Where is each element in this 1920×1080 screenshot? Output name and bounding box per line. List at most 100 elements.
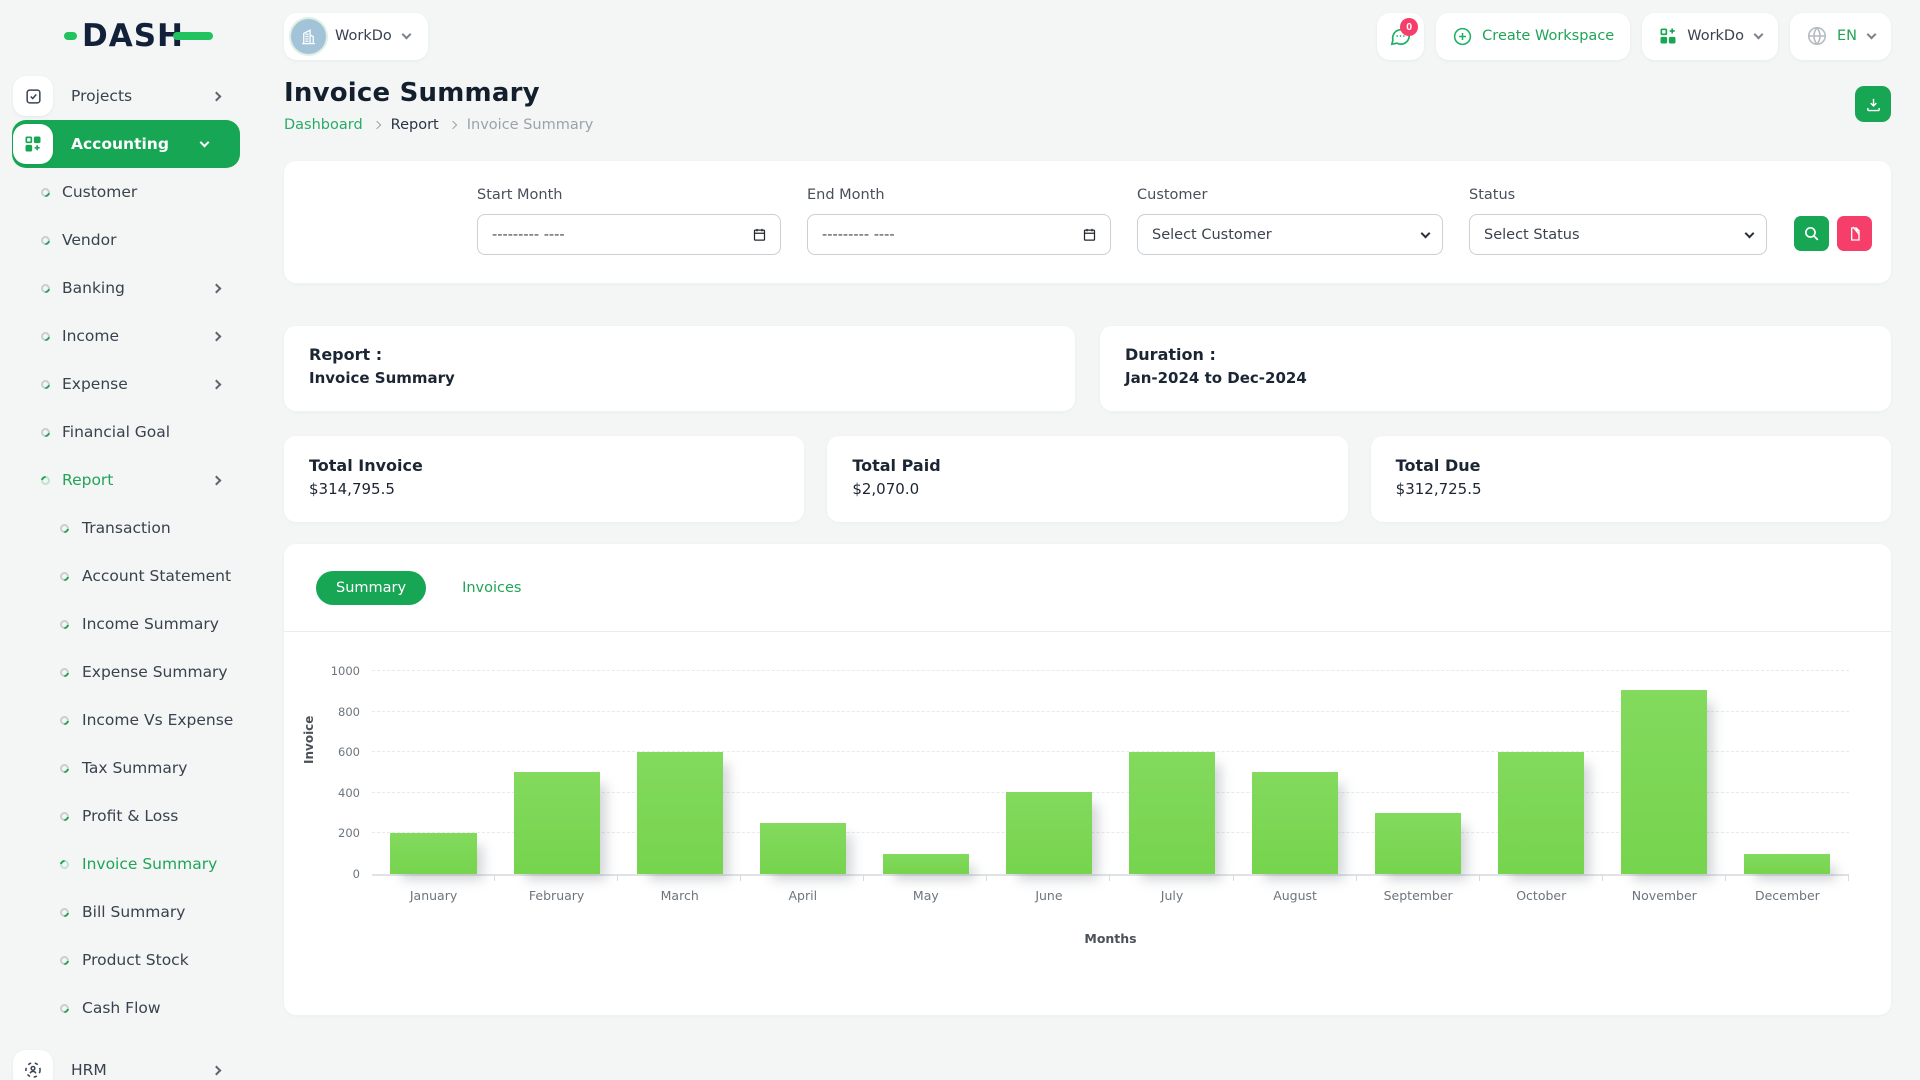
create-workspace-label: Create Workspace <box>1482 28 1614 44</box>
sidebar-item-report[interactable]: Report <box>0 456 252 504</box>
bars-container: JanuaryFebruaryMarchAprilMayJuneJulyAugu… <box>372 672 1849 874</box>
grid-plus-icon <box>1658 26 1678 46</box>
sidebar-item-label: Banking <box>62 279 125 297</box>
stat-label: Total Due <box>1396 456 1866 475</box>
bullet-dot-icon <box>58 810 71 823</box>
y-axis-tick-label: 200 <box>338 826 360 840</box>
sidebar-item-label: Financial Goal <box>62 423 170 441</box>
bullet-dot-icon <box>58 906 71 919</box>
chevron-down-icon <box>1421 229 1431 239</box>
bar-group-june: June <box>987 672 1110 874</box>
sidebar-item-projects[interactable]: Projects <box>0 72 252 120</box>
report-label: Report : <box>309 345 1050 364</box>
y-axis-tick-label: 800 <box>338 705 360 719</box>
workspace-switcher[interactable]: WorkDo <box>284 13 428 60</box>
end-month-input[interactable]: --------- ---- <box>807 214 1111 255</box>
create-workspace-button[interactable]: Create Workspace <box>1436 13 1630 60</box>
sidebar-item-tax-summary[interactable]: Tax Summary <box>0 744 252 792</box>
sidebar-item-label: HRM <box>71 1061 107 1079</box>
report-value: Invoice Summary <box>309 369 1050 387</box>
calendar-icon <box>752 227 767 242</box>
sidebar-item-account-statement[interactable]: Account Statement <box>0 552 252 600</box>
sidebar-item-label: Report <box>62 471 113 489</box>
bar-december <box>1744 854 1830 874</box>
bar-may <box>883 854 969 874</box>
bar-february <box>514 772 600 874</box>
sidebar-item-bill-summary[interactable]: Bill Summary <box>0 888 252 936</box>
sidebar-item-label: Invoice Summary <box>82 855 217 873</box>
language-code: EN <box>1837 28 1857 44</box>
bullet-dot-icon <box>58 618 71 631</box>
workdo-menu-button[interactable]: WorkDo <box>1642 13 1778 60</box>
breadcrumb-separator-icon <box>372 121 380 129</box>
sidebar-item-income[interactable]: Income <box>0 312 252 360</box>
sidebar-item-vendor[interactable]: Vendor <box>0 216 252 264</box>
sidebar-item-expense-summary[interactable]: Expense Summary <box>0 648 252 696</box>
app-logo[interactable]: DASH <box>0 0 252 72</box>
sidebar-item-cash-flow[interactable]: Cash Flow <box>0 984 252 1032</box>
bullet-dot-icon <box>39 474 52 487</box>
chart-plot-area: 02004006008001000JanuaryFebruaryMarchApr… <box>372 672 1849 876</box>
bullet-dot-icon <box>58 570 71 583</box>
stat-label: Total Invoice <box>309 456 779 475</box>
stat-value: $312,725.5 <box>1396 480 1866 498</box>
total-due-card: Total Due $312,725.5 <box>1371 436 1891 522</box>
sidebar-item-label: Bill Summary <box>82 903 185 921</box>
sidebar-item-label: Product Stock <box>82 951 189 969</box>
sidebar-item-product-stock[interactable]: Product Stock <box>0 936 252 984</box>
sidebar-item-label: Income Summary <box>82 615 219 633</box>
workspace-avatar-building-icon <box>291 19 326 54</box>
status-label: Status <box>1469 187 1767 203</box>
globe-icon <box>1806 25 1828 47</box>
bar-group-november: November <box>1603 672 1726 874</box>
bullet-dot-icon <box>39 426 52 439</box>
logo-accent-left <box>64 32 77 40</box>
sidebar-item-accounting[interactable]: Accounting <box>12 120 240 168</box>
sidebar-item-label: Customer <box>62 183 137 201</box>
bar-group-october: October <box>1480 672 1603 874</box>
tab-invoices[interactable]: Invoices <box>442 571 541 605</box>
bar-group-april: April <box>741 672 864 874</box>
page-title: Invoice Summary <box>284 78 593 108</box>
breadcrumb-item: Invoice Summary <box>467 117 594 133</box>
sidebar-item-banking[interactable]: Banking <box>0 264 252 312</box>
language-selector[interactable]: EN <box>1790 13 1891 60</box>
bullet-dot-icon <box>58 666 71 679</box>
sidebar-item-invoice-summary[interactable]: Invoice Summary <box>0 840 252 888</box>
y-axis-tick-label: 1000 <box>331 664 360 678</box>
breadcrumb-item[interactable]: Dashboard <box>284 117 363 133</box>
start-month-input[interactable]: --------- ---- <box>477 214 781 255</box>
sidebar-item-hrm[interactable]: HRM <box>0 1046 252 1080</box>
logo-text: DASH <box>82 18 184 54</box>
y-axis-title: Invoice <box>302 716 316 764</box>
sidebar-item-financial-goal[interactable]: Financial Goal <box>0 408 252 456</box>
chevron-right-icon <box>212 1065 222 1075</box>
messages-button[interactable]: 0 <box>1377 13 1424 60</box>
calendar-icon <box>1082 227 1097 242</box>
download-button[interactable] <box>1855 86 1891 122</box>
sidebar-item-income-summary[interactable]: Income Summary <box>0 600 252 648</box>
tab-summary[interactable]: Summary <box>316 571 426 605</box>
report-info-card: Report : Invoice Summary <box>284 326 1075 411</box>
workdo-menu-label: WorkDo <box>1687 28 1744 44</box>
sidebar-item-transaction[interactable]: Transaction <box>0 504 252 552</box>
bar-group-january: January <box>372 672 495 874</box>
sidebar-item-profit-loss[interactable]: Profit & Loss <box>0 792 252 840</box>
stats-row: Total Invoice$314,795.5Total Paid$2,070.… <box>284 436 1891 522</box>
tabs-divider <box>284 631 1891 632</box>
sidebar-item-label: Tax Summary <box>82 759 187 777</box>
customer-select[interactable]: Select Customer <box>1137 214 1443 255</box>
sidebar-item-label: Profit & Loss <box>82 807 178 825</box>
breadcrumb-item[interactable]: Report <box>391 117 439 133</box>
apply-filter-button[interactable] <box>1794 216 1829 251</box>
sidebar-item-customer[interactable]: Customer <box>0 168 252 216</box>
sidebar-item-expense[interactable]: Expense <box>0 360 252 408</box>
start-month-label: Start Month <box>477 187 781 203</box>
stat-value: $2,070.0 <box>852 480 1322 498</box>
y-axis-tick-label: 0 <box>353 867 360 881</box>
status-select[interactable]: Select Status <box>1469 214 1767 255</box>
sidebar-item-income-vs-expense[interactable]: Income Vs Expense <box>0 696 252 744</box>
chart-tabs: Summary Invoices <box>284 571 1891 605</box>
reset-filter-button[interactable] <box>1837 216 1872 251</box>
total-invoice-card: Total Invoice$314,795.5 <box>284 436 804 522</box>
